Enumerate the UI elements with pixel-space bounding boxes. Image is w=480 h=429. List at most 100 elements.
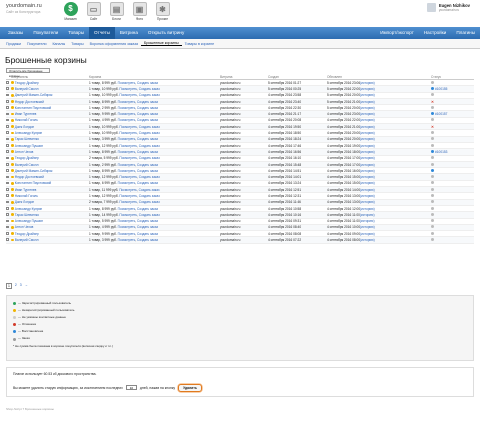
history-link[interactable]: (историю) xyxy=(360,112,375,116)
create-order-link[interactable]: Создать заказ xyxy=(139,156,160,160)
view-cart-link[interactable]: Посмотреть xyxy=(117,100,136,104)
view-cart-link[interactable]: Посмотреть xyxy=(117,137,136,141)
create-order-link[interactable]: Создать заказ xyxy=(137,225,158,229)
customer-name[interactable]: Теодор Драйзер xyxy=(15,81,39,85)
nav-item[interactable]: Витрина xyxy=(115,27,143,39)
row-checkbox[interactable] xyxy=(6,206,9,210)
view-cart-link[interactable]: Посмотреть xyxy=(117,81,136,85)
customer-name[interactable]: Иван Тургенев xyxy=(15,112,37,116)
view-cart-link[interactable]: Посмотреть xyxy=(117,106,136,110)
page-link[interactable]: 3 xyxy=(20,283,22,289)
history-link[interactable]: (историю) xyxy=(360,188,375,192)
create-order-link[interactable]: Создать заказ xyxy=(139,194,160,198)
history-link[interactable]: (историю) xyxy=(360,213,375,217)
view-cart-link[interactable]: Посмотреть xyxy=(119,144,137,148)
history-link[interactable]: (историю) xyxy=(360,181,375,185)
create-order-link[interactable]: Создать заказ xyxy=(139,144,160,148)
view-cart-link[interactable]: Посмотреть xyxy=(117,232,136,236)
create-order-link[interactable]: Создать заказ xyxy=(139,175,160,179)
create-order-link[interactable]: Создать заказ xyxy=(137,181,158,185)
customer-name[interactable]: Константин Паустовский xyxy=(15,181,51,185)
row-checkbox[interactable] xyxy=(6,213,9,216)
view-cart-link[interactable]: Посмотреть xyxy=(119,156,137,160)
history-link[interactable]: (историю) xyxy=(360,144,375,148)
order-link[interactable]: #100155 xyxy=(435,87,447,91)
subnav-item[interactable]: Каналы xyxy=(49,42,68,46)
customer-name[interactable]: Джек Лондон xyxy=(15,125,34,129)
subnav-item[interactable]: Товары xyxy=(68,42,86,46)
row-checkbox[interactable] xyxy=(6,225,9,229)
row-checkbox[interactable] xyxy=(6,137,9,141)
customer-name[interactable]: Федор Достоевский xyxy=(15,100,44,104)
create-order-link[interactable]: Создать заказ xyxy=(137,137,158,141)
nav-right-item[interactable]: Импорт/экспорт xyxy=(375,27,419,39)
row-checkbox[interactable] xyxy=(6,93,9,97)
subnav-item[interactable]: Товары в корзине xyxy=(182,42,217,46)
customer-name[interactable]: Александр Пушкин xyxy=(15,219,43,223)
view-cart-link[interactable]: Посмотреть xyxy=(119,194,137,198)
customer-name[interactable]: Тарас Шевченко xyxy=(15,137,39,141)
history-link[interactable]: (историю) xyxy=(360,207,375,211)
create-order-link[interactable]: Создать заказ xyxy=(137,106,158,110)
row-checkbox[interactable] xyxy=(6,118,9,122)
row-checkbox[interactable] xyxy=(6,175,9,179)
subnav-item[interactable]: Покупатели xyxy=(24,42,49,46)
customer-name[interactable]: Валерий Смолл xyxy=(15,87,39,91)
create-order-link[interactable]: Создать заказ xyxy=(137,169,158,173)
subnav-item[interactable]: Брошенные корзины xyxy=(141,41,182,46)
customer-name[interactable]: Дмитрий Мамин-Сибиряк xyxy=(15,169,53,173)
customer-name[interactable]: Федор Достоевский xyxy=(15,175,44,179)
view-cart-link[interactable]: Посмотреть xyxy=(119,93,137,97)
history-link[interactable]: (историю) xyxy=(360,137,375,141)
customer-name[interactable]: Александр Пушкин xyxy=(15,144,43,148)
nav-right-item[interactable]: Настройки xyxy=(419,27,452,39)
row-checkbox[interactable] xyxy=(6,181,9,185)
customer-name[interactable]: Валерий Смолл xyxy=(15,163,39,167)
history-link[interactable]: (историю) xyxy=(360,200,375,204)
row-checkbox[interactable] xyxy=(6,238,9,242)
history-link[interactable]: (историю) xyxy=(360,118,375,122)
nav-right-item[interactable]: Плагины xyxy=(451,27,480,39)
view-cart-link[interactable]: Посмотреть xyxy=(118,188,137,192)
app-photo[interactable]: ▣ Фото xyxy=(130,2,149,21)
row-checkbox[interactable] xyxy=(6,112,9,116)
order-link[interactable]: #100157 xyxy=(435,112,447,116)
create-order-link[interactable]: Создать заказ xyxy=(139,213,160,217)
order-link[interactable]: #100153 xyxy=(435,150,447,154)
create-order-link[interactable]: Создать заказ xyxy=(137,219,158,223)
row-checkbox[interactable] xyxy=(6,150,9,153)
history-link[interactable]: (историю) xyxy=(360,169,375,173)
customer-name[interactable]: Джек Лондон xyxy=(15,200,34,204)
create-order-link[interactable]: Создать заказ xyxy=(139,93,160,97)
create-order-link[interactable]: Создать заказ xyxy=(137,100,158,104)
app-dollar[interactable]: $ Магазин xyxy=(61,2,80,21)
view-cart-link[interactable]: Посмотреть xyxy=(119,213,137,217)
row-checkbox[interactable] xyxy=(6,106,9,109)
customer-name[interactable]: Антон Чехов xyxy=(15,150,34,154)
view-cart-link[interactable]: Посмотреть xyxy=(119,131,137,135)
view-cart-link[interactable]: Посмотреть xyxy=(117,181,136,185)
create-order-link[interactable]: Создать заказ xyxy=(137,238,158,242)
nav-item[interactable]: Заказы xyxy=(3,27,28,39)
view-cart-link[interactable]: Посмотреть xyxy=(119,87,137,91)
create-order-link[interactable]: Создать заказ xyxy=(137,118,158,122)
row-checkbox[interactable] xyxy=(6,232,9,235)
create-order-link[interactable]: Создать заказ xyxy=(137,207,158,211)
customer-name[interactable]: Теодор Драйзер xyxy=(15,156,39,160)
customer-name[interactable]: Николай Гоголь xyxy=(15,194,38,198)
nav-item[interactable]: Открыть витрину xyxy=(143,27,189,39)
create-order-link[interactable]: Создать заказ xyxy=(137,112,158,116)
nav-item[interactable]: Отчеты xyxy=(89,27,115,39)
row-checkbox[interactable] xyxy=(6,194,9,197)
history-link[interactable]: (историю) xyxy=(360,106,375,110)
customer-name[interactable]: Тарас Шевченко xyxy=(15,213,39,217)
page-link[interactable]: → xyxy=(25,283,28,289)
customer-name[interactable]: Иван Тургенев xyxy=(15,188,37,192)
customer-name[interactable]: Николай Гоголь xyxy=(15,118,38,122)
history-link[interactable]: (историю) xyxy=(360,100,375,104)
history-link[interactable]: (историю) xyxy=(360,156,375,160)
create-order-link[interactable]: Создать заказ xyxy=(139,125,160,129)
create-order-link[interactable]: Создать заказ xyxy=(139,87,160,91)
subnav-item[interactable]: Воронка оформления заказа xyxy=(87,42,141,46)
view-cart-link[interactable]: Посмотреть xyxy=(117,169,136,173)
